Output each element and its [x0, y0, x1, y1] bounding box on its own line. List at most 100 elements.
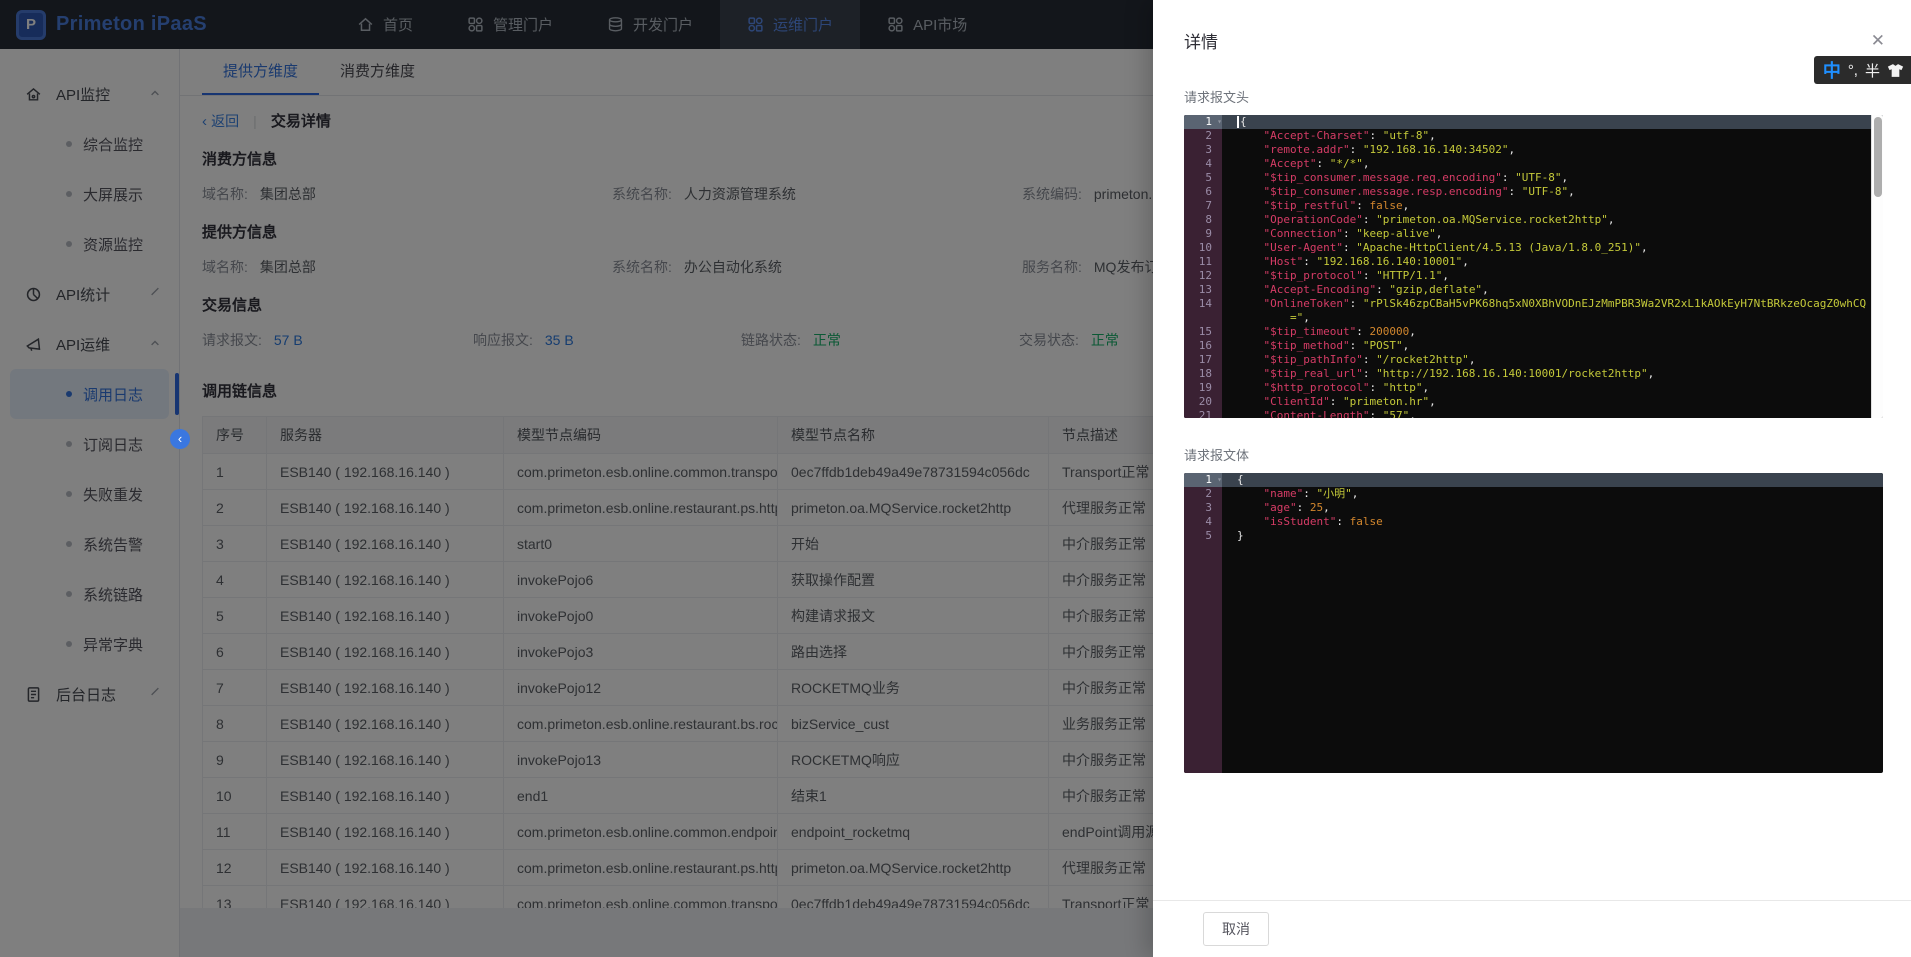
- token: "keep-alive": [1356, 227, 1436, 240]
- ime-skin-icon[interactable]: [1887, 63, 1904, 78]
- code-line: 3 "age": 25,: [1184, 501, 1883, 515]
- token: :: [1356, 325, 1370, 338]
- code-text: "$tip_protocol": "HTTP/1.1",: [1222, 269, 1883, 283]
- token: "$tip_real_url": [1263, 367, 1363, 380]
- code-text: "ClientId": "primeton.hr",: [1222, 395, 1883, 409]
- token: "57": [1382, 409, 1410, 418]
- token: :: [1329, 395, 1343, 408]
- sidebar-collapse-button[interactable]: [170, 429, 190, 449]
- token: "utf-8": [1382, 129, 1430, 142]
- close-icon[interactable]: [1871, 31, 1885, 51]
- token: :: [1303, 255, 1317, 268]
- token: "Connection": [1263, 227, 1343, 240]
- token: ,: [1429, 129, 1436, 142]
- token: :: [1349, 143, 1363, 156]
- token: :: [1349, 297, 1363, 310]
- ime-punctuation-toggle[interactable]: °,: [1848, 62, 1858, 79]
- token: false: [1369, 199, 1403, 212]
- token: ,: [1468, 353, 1476, 366]
- token: "192.168.16.140:10001": [1316, 255, 1463, 268]
- code-line: 11 "Host": "192.168.16.140:10001",: [1184, 255, 1883, 269]
- code-line: 1 ▾ {: [1184, 115, 1883, 129]
- token: "$tip_consumer.message.req.encoding": [1263, 171, 1502, 184]
- token: "remote.addr": [1263, 143, 1350, 156]
- token: :: [1356, 199, 1370, 212]
- line-number: 14: [1184, 297, 1222, 311]
- token: "192.168.16.140:34502": [1362, 143, 1509, 156]
- code-text: "name": "小明",: [1222, 487, 1883, 501]
- code-text: "Host": "192.168.16.140:10001",: [1222, 255, 1883, 269]
- token: ,: [1409, 409, 1416, 418]
- ime-toolbar[interactable]: 中 °, 半: [1813, 56, 1911, 84]
- token: ,: [1351, 487, 1359, 500]
- token: :: [1349, 339, 1363, 352]
- detail-drawer: 详情 请求报文头 1▾ {2 "Accept-Charset": "utf-8",…: [1153, 0, 1911, 957]
- token: ,: [1442, 269, 1449, 282]
- token: ,: [1482, 283, 1489, 296]
- line-number: 6: [1184, 185, 1222, 199]
- ime-halfwidth-toggle[interactable]: 半: [1865, 60, 1880, 81]
- token: }: [1237, 529, 1244, 542]
- token: ,: [1435, 227, 1443, 240]
- code-line: 4 "isStudent": false: [1184, 515, 1883, 529]
- token: :: [1501, 171, 1516, 184]
- token: "Accept-Charset": [1263, 129, 1370, 142]
- token: :: [1508, 185, 1522, 198]
- token: ,: [1462, 255, 1469, 268]
- code-line: =",: [1184, 311, 1883, 325]
- token: "User-Agent": [1263, 241, 1343, 254]
- line-number: [1184, 311, 1222, 325]
- code-line: 2 "Accept-Charset": "utf-8",: [1184, 129, 1883, 143]
- scrollbar-thumb[interactable]: [1874, 117, 1882, 197]
- line-number: 4: [1184, 515, 1222, 529]
- line-number: 17: [1184, 353, 1222, 367]
- code-line: 9 "Connection": "keep-alive",: [1184, 227, 1883, 241]
- code-line: 6 "$tip_consumer.message.resp.encoding":…: [1184, 185, 1883, 199]
- token: "http": [1382, 381, 1423, 394]
- line-number: 1 ▾: [1184, 115, 1222, 129]
- line-number: 5: [1184, 171, 1222, 185]
- code-line: 13 "Accept-Encoding": "gzip,deflate",: [1184, 283, 1883, 297]
- token: :: [1369, 129, 1383, 142]
- code-line: 14 "OnlineToken": "rPlSk46zpCBaH5vPK68hq…: [1184, 297, 1883, 311]
- request-header-editor[interactable]: 1 ▾{2 "Accept-Charset": "utf-8", 3 "remote…: [1184, 115, 1883, 418]
- line-number: 5: [1184, 529, 1222, 543]
- token: "OperationCode": [1263, 213, 1363, 226]
- token: :: [1362, 353, 1377, 366]
- cancel-button[interactable]: 取消: [1203, 912, 1269, 946]
- token: :: [1296, 501, 1310, 514]
- token: :: [1369, 409, 1383, 418]
- request-body-editor[interactable]: 1 ▾{2 "name": "小明", 3 "age": 25, 4 "isStude…: [1184, 473, 1883, 773]
- token: "$tip_method": [1263, 339, 1350, 352]
- token: "Content-Length": [1263, 409, 1370, 418]
- line-number: 7: [1184, 199, 1222, 213]
- token: "$tip_protocol": [1263, 269, 1363, 282]
- code-line: 5}: [1184, 529, 1883, 543]
- request-body-label: 请求报文体: [1184, 448, 1250, 463]
- line-number: 2: [1184, 129, 1222, 143]
- token: {: [1240, 115, 1247, 128]
- fold-caret-icon[interactable]: ▾: [1217, 115, 1222, 129]
- code-text: "age": 25,: [1222, 501, 1883, 515]
- code-line: 21 "Content-Length": "57",: [1184, 409, 1883, 418]
- token: ,: [1323, 501, 1330, 514]
- token: "Host": [1263, 255, 1304, 268]
- code-line: 10 "User-Agent": "Apache-HttpClient/4.5.…: [1184, 241, 1883, 255]
- code-line: 4 "Accept": "*/*",: [1184, 157, 1883, 171]
- fold-caret-icon[interactable]: ▾: [1217, 473, 1222, 487]
- code-text: "isStudent": false: [1222, 515, 1883, 529]
- editor-scrollbar[interactable]: [1871, 115, 1883, 418]
- ime-language-icon[interactable]: 中: [1823, 57, 1841, 83]
- text-cursor: [1237, 116, 1239, 128]
- code-line: 1 ▾ {: [1184, 473, 1883, 487]
